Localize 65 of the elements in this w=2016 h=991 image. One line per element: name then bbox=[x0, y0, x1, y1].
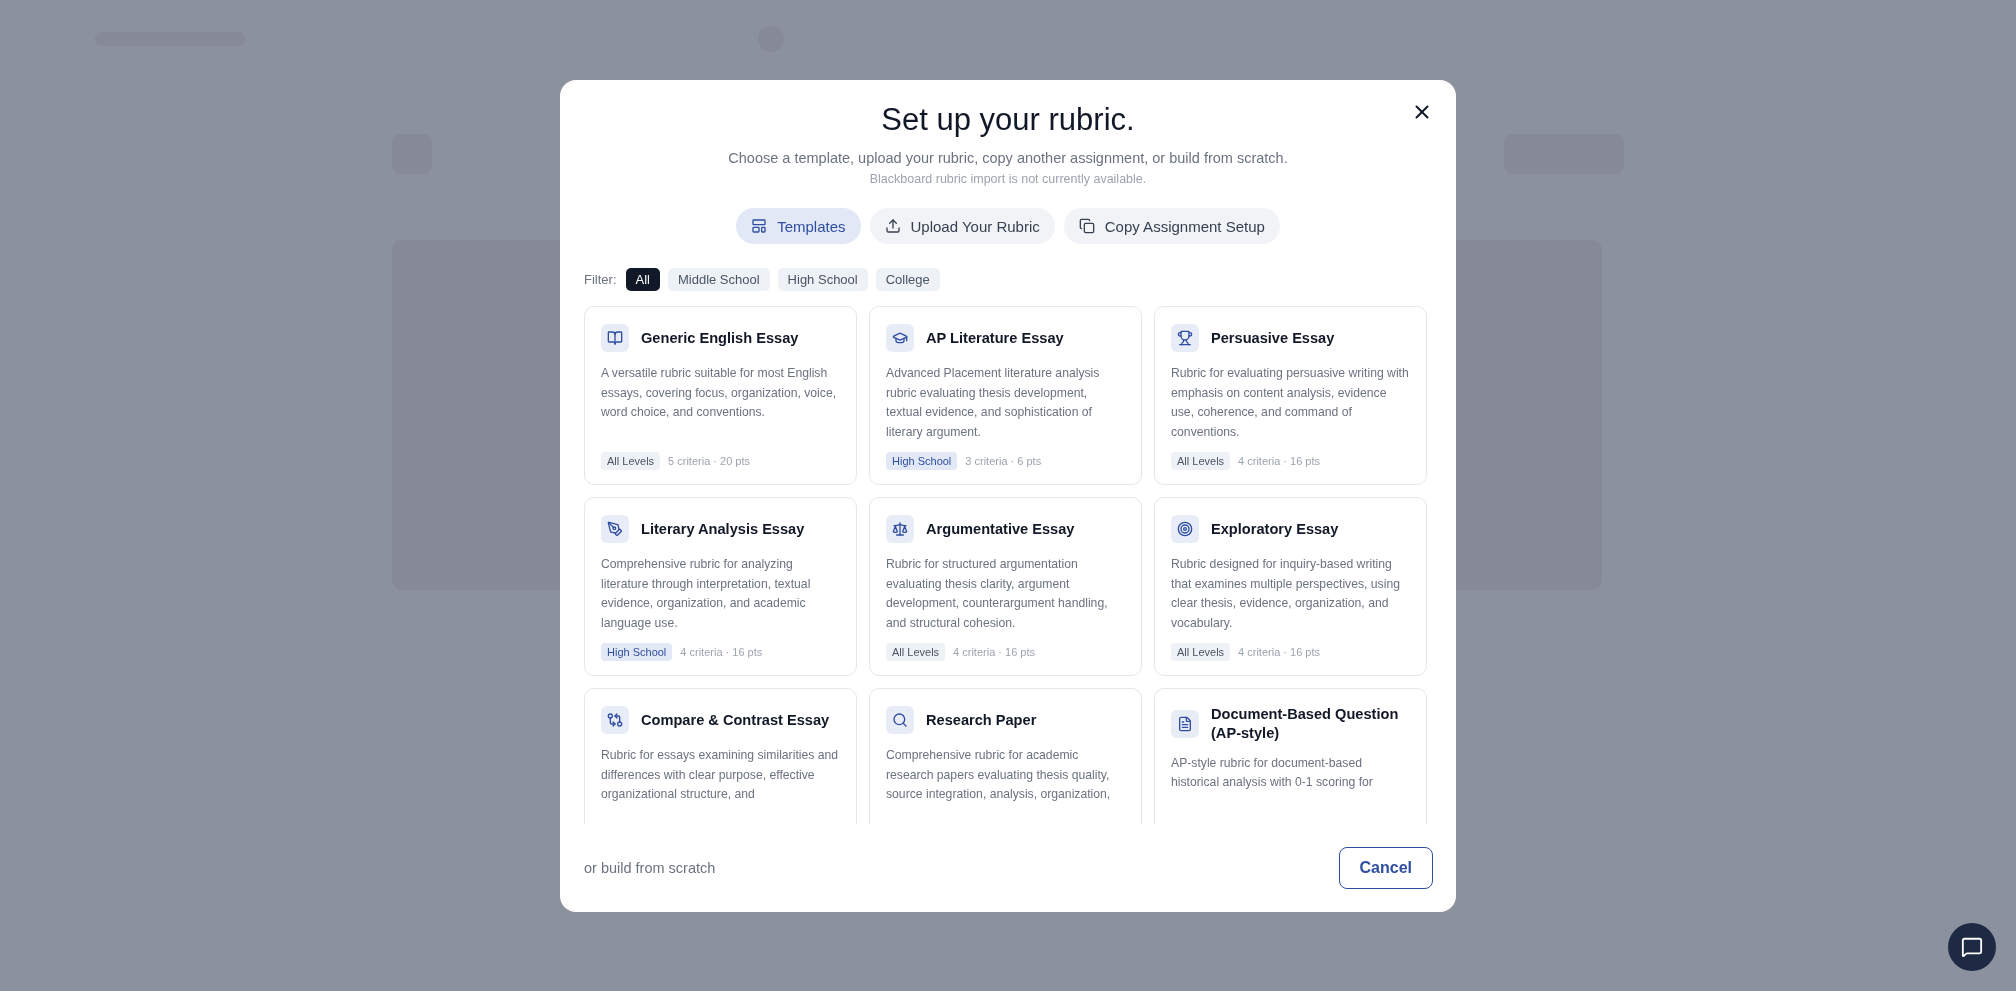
level-tag: All Levels bbox=[601, 452, 661, 470]
trophy-icon bbox=[1171, 324, 1199, 352]
graduation-cap-icon bbox=[886, 324, 914, 352]
template-description: Rubric for essays examining similarities and differences with clear purpose, effective organizational structure, and bbox=[601, 747, 840, 803]
tab[interactable]: Copy Assignment Setup bbox=[1063, 208, 1280, 244]
template-card[interactable]: Document-Based Question (AP-style) AP-style rubric for document-based historical analysis with 0-1 scoring for bbox=[1154, 688, 1427, 824]
template-meta: 3 criteria · 6 pts bbox=[965, 455, 1042, 467]
template-meta: 5 criteria · 20 pts bbox=[668, 455, 750, 467]
filter-label: Filter: bbox=[584, 272, 617, 287]
book-icon bbox=[601, 324, 629, 352]
template-title: Exploratory Essay bbox=[1211, 519, 1339, 539]
template-card[interactable]: Persuasive Essay Rubric for evaluating persuasive writing with emphasis on content analysis, evidence use, coherence, and command of conventions. All Levels 4 criteria · 16 pts bbox=[1154, 306, 1427, 485]
template-card[interactable]: Compare & Contrast Essay Rubric for essays examining similarities and differences with clear purpose, effective organizational structure, and bbox=[584, 688, 857, 824]
tab[interactable]: Upload Your Rubric bbox=[869, 208, 1055, 244]
template-title: Literary Analysis Essay bbox=[641, 519, 805, 539]
template-card[interactable]: Argumentative Essay Rubric for structured argumentation evaluating thesis clarity, argument development, counterargument handling, and structural cohesion. All Levels 4 criteria · 16 pts bbox=[869, 497, 1142, 676]
template-title: Research Paper bbox=[926, 710, 1037, 730]
template-meta: 4 criteria · 16 pts bbox=[953, 646, 1035, 658]
template-description: Rubric for evaluating persuasive writing with emphasis on content analysis, evidence use, coherence, and command of conventions. bbox=[1171, 365, 1410, 441]
template-description: Advanced Placement literature analysis rubric evaluating thesis development, textual evidence, and sophistication of literary argument. bbox=[886, 365, 1101, 441]
level-tag: High School bbox=[601, 643, 673, 661]
template-description: Comprehensive rubric for analyzing literature through interpretation, textual evidence, organization, and academic language use. bbox=[601, 556, 812, 632]
template-title: Persuasive Essay bbox=[1211, 328, 1335, 348]
template-card[interactable]: AP Literature Essay Advanced Placement literature analysis rubric evaluating thesis development, textual evidence, and sophistication of literary argument. High School 3 criteria · 6 pts bbox=[869, 306, 1142, 485]
level-tag: All Levels bbox=[1171, 643, 1231, 661]
template-title: Document-Based Question (AP-style) bbox=[1211, 705, 1400, 743]
template-title: Generic English Essay bbox=[641, 328, 799, 348]
template-title: Compare & Contrast Essay bbox=[641, 710, 830, 730]
dialog-title: Set up your rubric. bbox=[881, 102, 1135, 138]
template-meta: 4 criteria · 16 pts bbox=[1238, 455, 1320, 467]
template-card[interactable]: Research Paper Comprehensive rubric for academic research papers evaluating thesis quality, source integration, analysis, organization, bbox=[869, 688, 1142, 824]
template-card[interactable]: Generic English Essay A versatile rubric suitable for most English essays, covering focus, organization, voice, word choice, and conventions. All Levels 5 criteria · 20 pts bbox=[584, 306, 857, 485]
layout-icon bbox=[751, 218, 768, 234]
template-description: A versatile rubric suitable for most English essays, covering focus, organization, voice, word choice, and conventions. bbox=[601, 365, 838, 421]
level-tag: All Levels bbox=[886, 643, 946, 661]
filter-chip[interactable]: College bbox=[875, 268, 940, 291]
chat-icon bbox=[1961, 936, 1983, 958]
copy-icon bbox=[1078, 218, 1095, 234]
template-description: Rubric designed for inquiry-based writing that examines multiple perspectives, using clear thesis, evidence, organization, and vocabulary. bbox=[1171, 556, 1401, 632]
template-title: AP Literature Essay bbox=[926, 328, 1064, 348]
template-card[interactable]: Literary Analysis Essay Comprehensive rubric for analyzing literature through interpretation, textual evidence, organization, and academic language use. High School 4 criteria · 16 pts bbox=[584, 497, 857, 676]
template-card[interactable]: Exploratory Essay Rubric designed for inquiry-based writing that examines multiple perspectives, using clear thesis, evidence, organization, and vocabulary. All Levels 4 criteria · 16 pts bbox=[1154, 497, 1427, 676]
template-description: Rubric for structured argumentation evaluating thesis clarity, argument development, counterargument handling, and structural cohesion. bbox=[886, 556, 1109, 632]
pen-icon bbox=[601, 515, 629, 543]
upload-icon bbox=[884, 218, 901, 234]
filter-chip[interactable]: Middle School bbox=[667, 268, 770, 291]
build-from-scratch-text: or build from scratch bbox=[584, 860, 716, 876]
level-tag: High School bbox=[886, 452, 958, 470]
target-icon bbox=[1171, 515, 1199, 543]
filter-chip[interactable]: All bbox=[625, 268, 660, 291]
dialog-subtitle: Choose a template, upload your rubric, copy another assignment, or build from scratch. bbox=[728, 150, 1288, 166]
compare-arrows-icon bbox=[601, 706, 629, 734]
template-title: Argumentative Essay bbox=[926, 519, 1075, 539]
template-meta: 4 criteria · 16 pts bbox=[1238, 646, 1320, 658]
template-description: Comprehensive rubric for academic research papers evaluating thesis quality, source integration, analysis, organization, bbox=[886, 747, 1112, 803]
template-meta: 4 criteria · 16 pts bbox=[680, 646, 763, 658]
tab[interactable]: Templates bbox=[736, 208, 861, 244]
document-icon bbox=[1171, 709, 1199, 738]
level-tag: All Levels bbox=[1171, 452, 1231, 470]
dialog-note: Blackboard rubric import is not currently available. bbox=[869, 172, 1147, 186]
cancel-button[interactable]: Cancel bbox=[1338, 847, 1433, 889]
filter-chip[interactable]: High School bbox=[777, 268, 868, 291]
template-description: AP-style rubric for document-based historical analysis with 0-1 scoring for bbox=[1171, 754, 1374, 792]
scale-icon bbox=[886, 515, 914, 543]
search-icon bbox=[886, 706, 914, 734]
